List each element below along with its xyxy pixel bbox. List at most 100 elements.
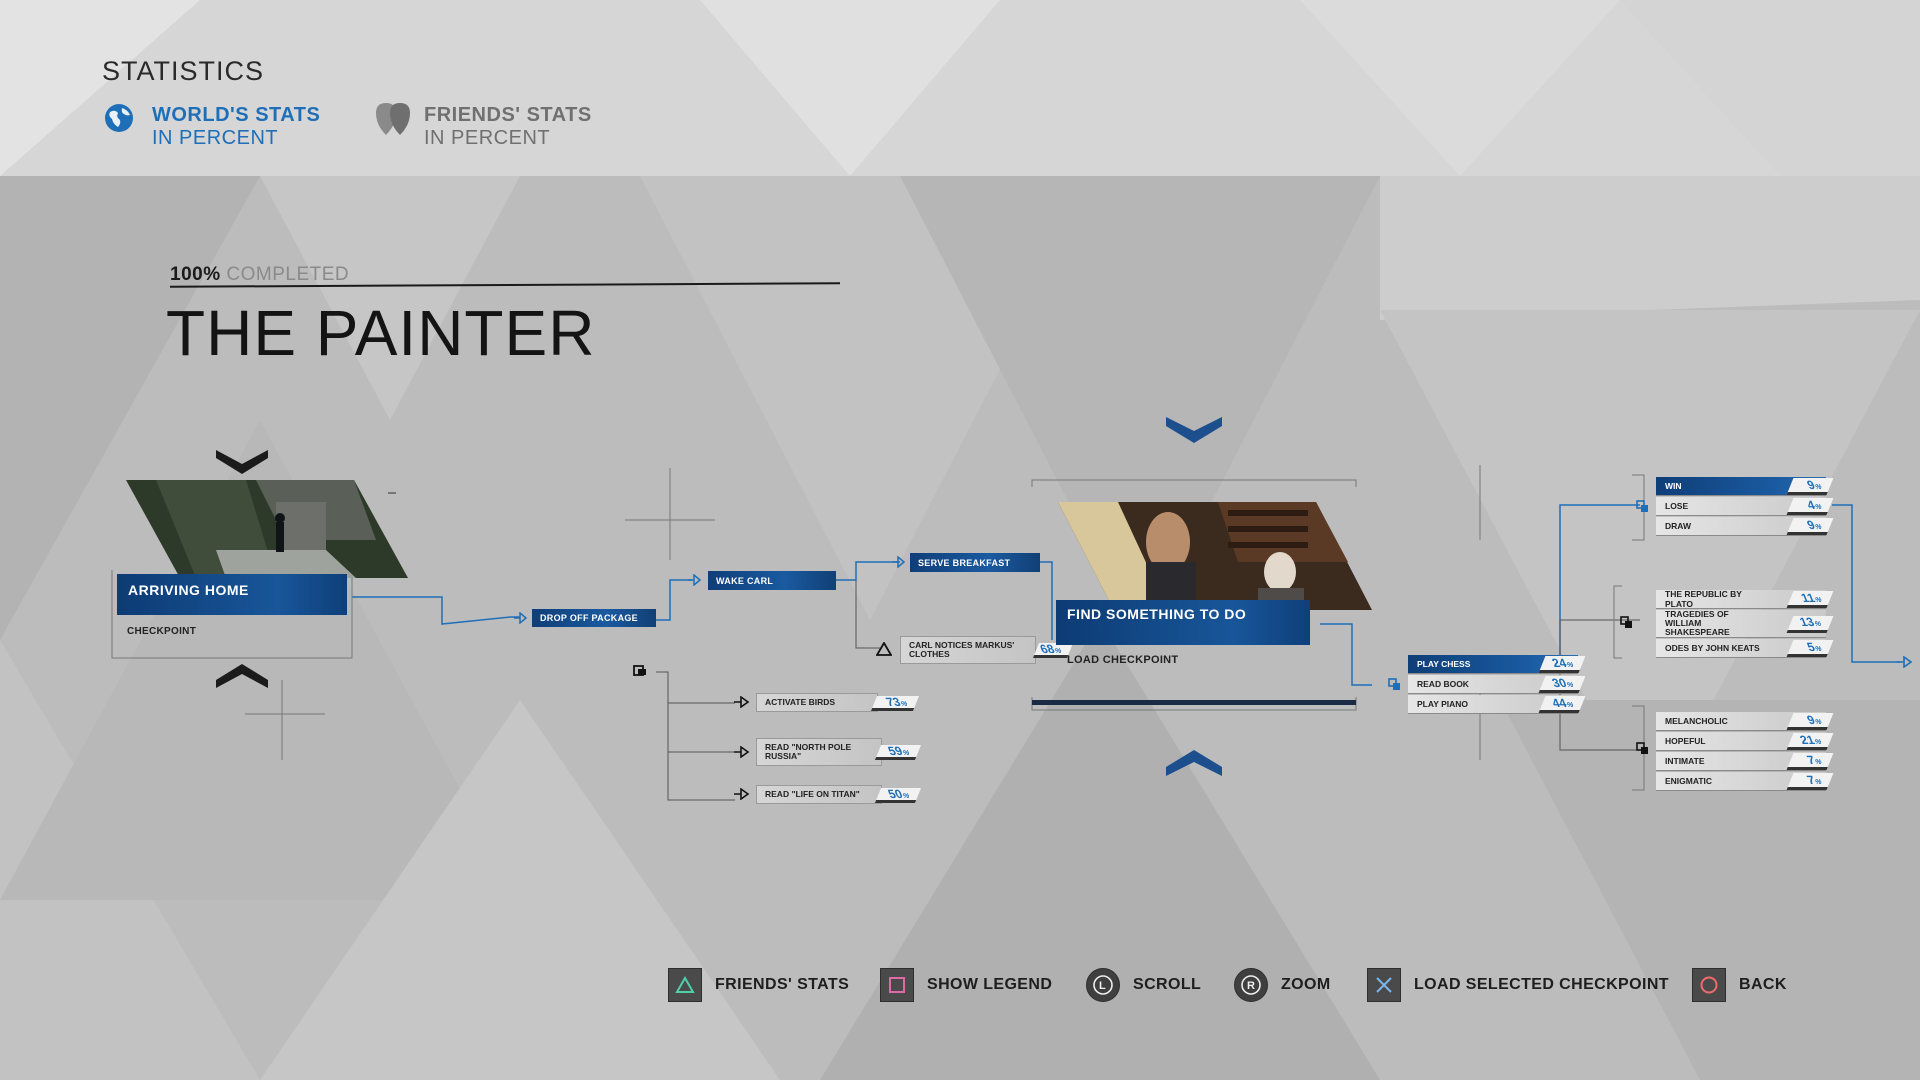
find-something-node[interactable]: FIND SOMETHING TO DO <box>1056 600 1310 645</box>
arriving-home-checkpoint-label: CHECKPOINT <box>127 626 197 637</box>
percent-value: 59 <box>886 744 906 758</box>
arriving-home-node[interactable]: ARRIVING HOME <box>117 574 347 615</box>
percent-badge: 7% <box>1786 773 1834 790</box>
chess-option[interactable]: DRAW 9% <box>1656 517 1834 536</box>
find-something-thumbnail[interactable] <box>1058 502 1372 610</box>
books-option[interactable]: TRAGEDIES OF WILLIAM SHAKESPEARE 13% <box>1656 609 1834 638</box>
arrow-marker-icon <box>734 696 750 708</box>
left-stick-icon: L <box>1086 968 1120 1002</box>
piano-option-label: MELANCHOLIC <box>1665 716 1728 726</box>
piano-option[interactable]: HOPEFUL 21% <box>1656 732 1834 751</box>
percent-badge: 5% <box>1786 640 1834 657</box>
control-scroll-label: SCROLL <box>1133 976 1202 993</box>
percent-value: 68 <box>1038 642 1058 656</box>
percent-badge: 9% <box>1786 478 1834 495</box>
control-back[interactable]: BACK <box>1692 968 1787 1002</box>
arrow-marker-icon <box>734 788 750 800</box>
wake-carl-node[interactable]: WAKE CARL <box>708 571 836 590</box>
drop-off-package-node[interactable]: DROP OFF PACKAGE <box>532 609 656 627</box>
arrow-marker-icon <box>688 574 702 586</box>
chevron-up-icon[interactable] <box>216 664 268 692</box>
activities-option[interactable]: READ BOOK 30% <box>1408 675 1586 694</box>
serve-breakfast-node[interactable]: SERVE BREAKFAST <box>910 553 1040 572</box>
chess-option-label: DRAW <box>1665 521 1691 531</box>
arriving-home-thumbnail[interactable] <box>126 480 408 578</box>
chevron-down-icon[interactable] <box>216 446 268 474</box>
chess-option[interactable]: LOSE 4% <box>1656 497 1834 516</box>
books-option[interactable]: THE REPUBLIC BY PLATO 11% <box>1656 589 1834 609</box>
percent-badge: 44% <box>1538 696 1586 713</box>
activities-option-label: READ BOOK <box>1417 679 1469 689</box>
square-button-icon <box>880 968 914 1002</box>
percent-value: 21 <box>1798 733 1818 747</box>
cross-button-icon <box>1367 968 1401 1002</box>
control-scroll[interactable]: L SCROLL <box>1086 968 1201 1002</box>
triangle-button-icon <box>668 968 702 1002</box>
books-option[interactable]: ODES BY JOHN KEATS 5% <box>1656 639 1834 658</box>
arrow-marker-icon <box>514 612 528 624</box>
arriving-home-title: ARRIVING HOME <box>128 582 249 598</box>
percent-value: 11 <box>1798 591 1818 605</box>
control-friends-stats-label: FRIENDS' STATS <box>715 976 850 993</box>
activities-option-label: PLAY PIANO <box>1417 699 1469 709</box>
piano-option[interactable]: INTIMATE 7% <box>1656 752 1834 771</box>
control-zoom-label: ZOOM <box>1281 976 1331 993</box>
arrow-marker-icon <box>734 746 750 758</box>
triangle-marker-icon <box>876 642 892 656</box>
control-back-label: BACK <box>1739 976 1787 993</box>
square-marker-icon <box>633 665 646 676</box>
books-option-label: THE REPUBLIC BY PLATO <box>1665 589 1742 609</box>
percent-value: 30 <box>1550 676 1570 690</box>
activities-option[interactable]: PLAY CHESS 24% <box>1408 655 1586 674</box>
percent-value: 44 <box>1550 696 1570 710</box>
percent-badge: 59% <box>874 744 922 760</box>
read-life-on-titan-node[interactable]: READ "LIFE ON TITAN" <box>756 785 882 804</box>
chess-option[interactable]: WIN 9% <box>1656 477 1834 496</box>
arrow-marker-icon <box>1897 656 1913 668</box>
percent-value: 50 <box>886 787 906 801</box>
percent-badge: 9% <box>1786 713 1834 730</box>
piano-option[interactable]: ENIGMATIC 7% <box>1656 772 1834 791</box>
chess-option-label: WIN <box>1665 481 1682 491</box>
carl-notices-clothes-node[interactable]: CARL NOTICES MARKUS' CLOTHES <box>900 636 1036 664</box>
percent-badge: 30% <box>1538 676 1586 693</box>
percent-badge: 21% <box>1786 733 1834 750</box>
read-north-pole-node[interactable]: READ "NORTH POLE RUSSIA" <box>756 738 882 766</box>
chevron-up-icon[interactable] <box>1166 750 1222 780</box>
activate-birds-node[interactable]: ACTIVATE BIRDS <box>756 693 878 712</box>
choice-marker-icon <box>1388 678 1400 690</box>
control-load-checkpoint[interactable]: LOAD SELECTED CHECKPOINT <box>1367 968 1669 1002</box>
books-option-label: ODES BY JOHN KEATS <box>1665 643 1760 653</box>
choice-marker-icon <box>1636 500 1648 512</box>
chevron-down-icon[interactable] <box>1166 413 1222 443</box>
load-checkpoint-label[interactable]: LOAD CHECKPOINT <box>1067 654 1178 666</box>
percent-sign: % <box>1815 620 1822 627</box>
circle-button-icon <box>1692 968 1726 1002</box>
piano-option-label: INTIMATE <box>1665 756 1705 766</box>
percent-badge: 11% <box>1786 591 1834 608</box>
activities-option[interactable]: PLAY PIANO 44% <box>1408 695 1586 714</box>
control-show-legend-label: SHOW LEGEND <box>927 976 1053 993</box>
percent-badge: 50% <box>874 787 922 803</box>
piano-option[interactable]: MELANCHOLIC 9% <box>1656 712 1834 731</box>
svg-text:R: R <box>1247 980 1255 992</box>
choice-marker-icon <box>1636 742 1648 754</box>
control-show-legend[interactable]: SHOW LEGEND <box>880 968 1052 1002</box>
arrow-marker-icon <box>892 556 906 568</box>
percent-value: 13 <box>1797 614 1817 628</box>
piano-option-label: ENIGMATIC <box>1665 776 1713 786</box>
control-load-checkpoint-label: LOAD SELECTED CHECKPOINT <box>1414 976 1669 993</box>
percent-badge: 7% <box>1786 753 1834 770</box>
books-option-label: TRAGEDIES OF WILLIAM SHAKESPEARE <box>1665 609 1730 637</box>
percent-badge: 24% <box>1538 656 1586 673</box>
percent-badge: 13% <box>1786 614 1834 633</box>
chess-option-label: LOSE <box>1665 501 1689 511</box>
percent-value: 73 <box>884 695 904 709</box>
percent-badge: 4% <box>1786 498 1834 515</box>
percent-value: 24 <box>1550 656 1570 670</box>
control-friends-stats[interactable]: FRIENDS' STATS <box>668 968 849 1002</box>
activities-option-label: PLAY CHESS <box>1417 659 1471 669</box>
right-stick-icon: R <box>1234 968 1268 1002</box>
piano-option-label: HOPEFUL <box>1665 736 1706 746</box>
control-zoom[interactable]: R ZOOM <box>1234 968 1331 1002</box>
